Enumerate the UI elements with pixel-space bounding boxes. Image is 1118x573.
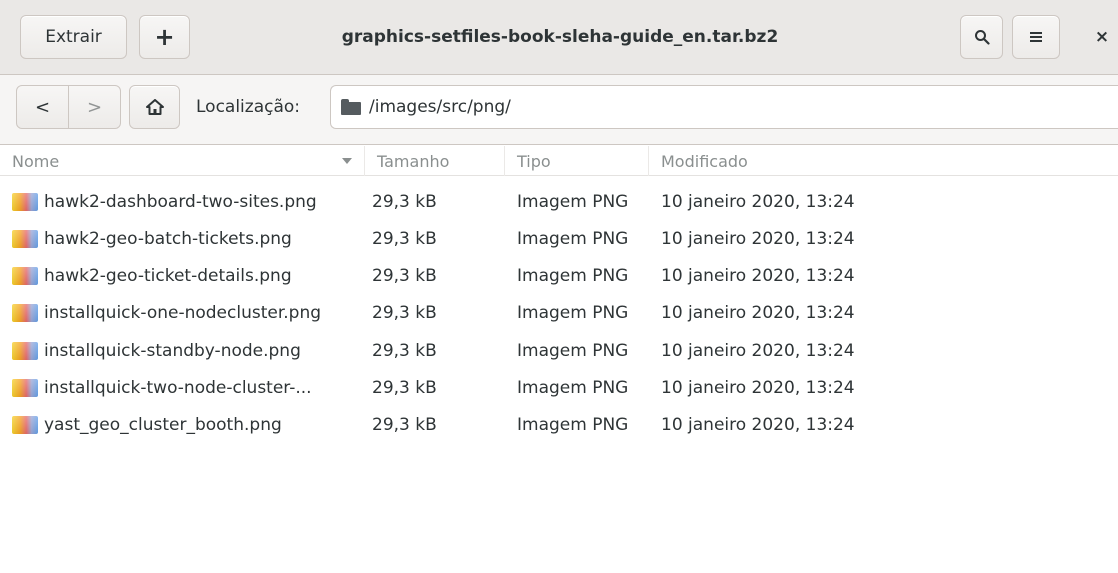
column-header-modified-label: Modificado xyxy=(661,151,748,171)
close-icon: × xyxy=(1094,27,1110,47)
add-button[interactable]: + xyxy=(139,15,190,59)
file-type: Imagem PNG xyxy=(517,228,629,249)
location-label: Localização: xyxy=(196,97,301,117)
search-icon xyxy=(974,30,990,45)
file-name: installquick-one-nodecluster.png xyxy=(44,303,322,324)
column-header-size-label: Tamanho xyxy=(377,151,450,171)
file-name: hawk2-geo-ticket-details.png xyxy=(44,266,292,287)
file-size: 29,3 kB xyxy=(372,191,437,212)
file-size: 29,3 kB xyxy=(372,340,437,361)
file-row[interactable]: hawk2-dashboard-two-sites.png 29,3 kB Im… xyxy=(0,183,1118,220)
file-size: 29,3 kB xyxy=(372,415,437,436)
png-image-icon xyxy=(12,229,38,248)
extract-button[interactable]: Extrair xyxy=(20,15,127,59)
file-name: hawk2-dashboard-two-sites.png xyxy=(44,191,317,212)
file-type: Imagem PNG xyxy=(517,303,629,324)
header-bar: Extrair + graphics-setfiles-book-sleha-g… xyxy=(0,0,1118,75)
back-button[interactable]: < xyxy=(17,86,68,128)
chevron-right-icon: > xyxy=(86,96,103,118)
home-button[interactable] xyxy=(129,85,180,129)
location-path-field[interactable]: /images/src/png/ xyxy=(330,85,1118,129)
menu-button[interactable] xyxy=(1012,15,1060,59)
file-modified: 10 janeiro 2020, 13:24 xyxy=(661,191,855,212)
search-button[interactable] xyxy=(960,15,1003,59)
file-row[interactable]: hawk2-geo-batch-tickets.png 29,3 kB Imag… xyxy=(0,220,1118,257)
file-type: Imagem PNG xyxy=(517,266,629,287)
file-list: hawk2-dashboard-two-sites.png 29,3 kB Im… xyxy=(0,183,1118,444)
png-image-icon xyxy=(12,304,38,323)
file-size: 29,3 kB xyxy=(372,303,437,324)
file-row[interactable]: yast_geo_cluster_booth.png 29,3 kB Image… xyxy=(0,407,1118,444)
png-image-icon xyxy=(12,267,38,286)
file-size: 29,3 kB xyxy=(372,377,437,398)
column-header-name[interactable]: Nome xyxy=(0,146,365,176)
folder-icon xyxy=(341,99,361,115)
file-name: installquick-two-node-cluster-... xyxy=(44,377,312,398)
file-type: Imagem PNG xyxy=(517,191,629,212)
file-name: hawk2-geo-batch-tickets.png xyxy=(44,228,292,249)
file-modified: 10 janeiro 2020, 13:24 xyxy=(661,377,855,398)
file-modified: 10 janeiro 2020, 13:24 xyxy=(661,303,855,324)
file-modified: 10 janeiro 2020, 13:24 xyxy=(661,228,855,249)
column-header-type-label: Tipo xyxy=(517,151,551,171)
file-size: 29,3 kB xyxy=(372,228,437,249)
file-modified: 10 janeiro 2020, 13:24 xyxy=(661,266,855,287)
file-modified: 10 janeiro 2020, 13:24 xyxy=(661,415,855,436)
png-image-icon xyxy=(12,378,38,397)
file-size: 29,3 kB xyxy=(372,266,437,287)
file-type: Imagem PNG xyxy=(517,340,629,361)
column-header-name-label: Nome xyxy=(12,151,60,171)
close-button[interactable]: × xyxy=(1090,25,1114,49)
location-bar: < > Localização: /images/src/png/ xyxy=(0,75,1118,145)
file-row[interactable]: installquick-one-nodecluster.png 29,3 kB… xyxy=(0,295,1118,332)
png-image-icon xyxy=(12,341,38,360)
file-row[interactable]: installquick-two-node-cluster-... 29,3 k… xyxy=(0,369,1118,406)
png-image-icon xyxy=(12,416,38,435)
file-type: Imagem PNG xyxy=(517,377,629,398)
file-row[interactable]: installquick-standby-node.png 29,3 kB Im… xyxy=(0,332,1118,369)
forward-button[interactable]: > xyxy=(68,86,120,128)
file-modified: 10 janeiro 2020, 13:24 xyxy=(661,340,855,361)
window-title: graphics-setfiles-book-sleha-guide_en.ta… xyxy=(341,27,779,47)
location-path-text: /images/src/png/ xyxy=(369,97,511,117)
hamburger-menu-icon xyxy=(1030,32,1042,42)
column-header-size[interactable]: Tamanho xyxy=(365,146,505,176)
home-icon xyxy=(145,99,164,115)
file-row[interactable]: hawk2-geo-ticket-details.png 29,3 kB Ima… xyxy=(0,258,1118,295)
navigation-button-group: < > xyxy=(16,85,121,129)
sort-descending-icon xyxy=(342,158,352,164)
column-header-modified[interactable]: Modificado xyxy=(649,146,1118,176)
png-image-icon xyxy=(12,192,38,211)
file-type: Imagem PNG xyxy=(517,415,629,436)
column-header-type[interactable]: Tipo xyxy=(505,146,649,176)
column-header-row: Nome Tamanho Tipo Modificado xyxy=(0,146,1118,176)
file-name: yast_geo_cluster_booth.png xyxy=(44,415,282,436)
chevron-left-icon: < xyxy=(34,96,51,118)
file-name: installquick-standby-node.png xyxy=(44,340,301,361)
